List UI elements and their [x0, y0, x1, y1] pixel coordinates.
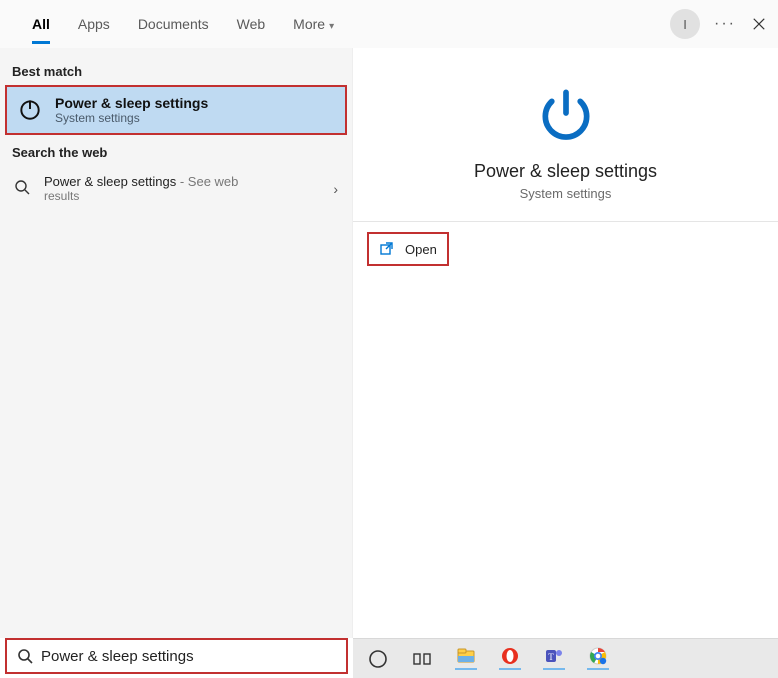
results-column: Best match Power & sleep settings System… [0, 48, 353, 638]
avatar-initial: I [683, 17, 687, 32]
avatar[interactable]: I [670, 9, 700, 39]
best-match-title: Power & sleep settings [55, 95, 208, 111]
tab-label: Apps [78, 16, 110, 32]
opera-icon[interactable] [499, 648, 521, 670]
tab-label: Web [237, 16, 266, 32]
preview-column: Power & sleep settings System settings O… [353, 48, 778, 638]
tab-strip: All Apps Documents Web More ▾ [18, 2, 348, 46]
chevron-down-icon: ▾ [329, 21, 334, 32]
power-icon [17, 96, 43, 125]
best-match-label: Best match [0, 56, 352, 83]
tab-apps[interactable]: Apps [64, 2, 124, 46]
tab-label: More [293, 16, 325, 32]
preview-card: Power & sleep settings System settings [353, 60, 778, 222]
file-explorer-icon[interactable] [455, 648, 477, 670]
tab-web[interactable]: Web [223, 2, 280, 46]
chevron-right-icon: › [333, 181, 338, 197]
svg-text:T: T [548, 652, 554, 662]
search-icon [14, 179, 30, 198]
content: Best match Power & sleep settings System… [0, 48, 778, 638]
best-match-subtitle: System settings [55, 111, 208, 125]
open-button[interactable]: Open [367, 232, 449, 266]
web-result-subline: results [44, 189, 319, 203]
search-header: All Apps Documents Web More ▾ I ··· [0, 0, 778, 48]
close-button[interactable] [750, 15, 768, 33]
tab-more[interactable]: More ▾ [279, 2, 348, 46]
bottom-strip: T [0, 638, 778, 678]
preview-title: Power & sleep settings [383, 161, 748, 182]
more-options-button[interactable]: ··· [714, 15, 736, 33]
open-icon [379, 241, 395, 257]
open-label: Open [405, 242, 437, 257]
tab-all[interactable]: All [18, 2, 64, 46]
search-icon [17, 648, 33, 664]
best-match-result[interactable]: Power & sleep settings System settings [5, 85, 347, 135]
task-view-icon[interactable] [411, 648, 433, 670]
tab-label: All [32, 16, 50, 32]
cortana-icon[interactable] [367, 648, 389, 670]
taskbar: T [353, 638, 778, 678]
preview-subtitle: System settings [383, 186, 748, 201]
close-icon [752, 17, 766, 31]
search-input[interactable] [41, 648, 336, 665]
search-web-label: Search the web [0, 137, 352, 164]
power-icon [383, 82, 748, 147]
teams-icon[interactable]: T [543, 648, 565, 670]
header-actions: I ··· [670, 9, 768, 39]
search-box[interactable] [5, 638, 348, 674]
web-result-suffix: - See web [176, 174, 238, 189]
chrome-icon[interactable] [587, 648, 609, 670]
tab-label: Documents [138, 16, 209, 32]
tab-documents[interactable]: Documents [124, 2, 223, 46]
web-result-row[interactable]: Power & sleep settings - See web results… [0, 164, 352, 213]
web-result-title: Power & sleep settings [44, 174, 176, 189]
